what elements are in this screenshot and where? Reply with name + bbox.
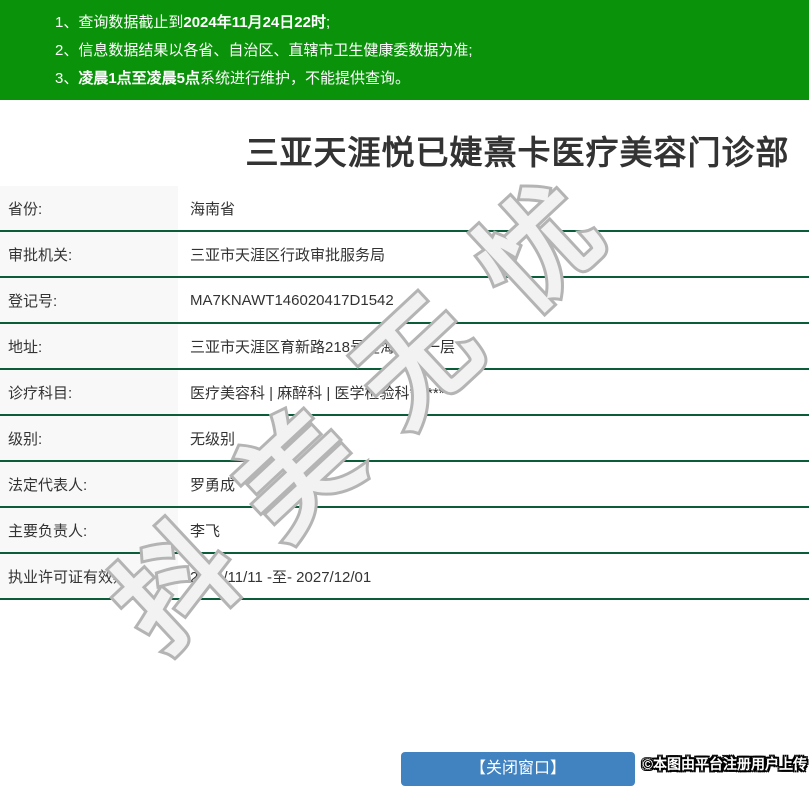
table-row-registration-number: 登记号: MA7KNAWT146020417D1542: [0, 278, 809, 324]
notice-1-bold: 2024年11月24日22时: [183, 14, 326, 31]
notice-2-number: 2、: [55, 42, 79, 59]
notice-3-bold: 凌晨1点至凌晨5点: [78, 70, 201, 87]
notice-line-2: 2、信息数据结果以各省、自治区、直辖市卫生健康委数据为准;: [55, 37, 799, 65]
row-value: 海南省: [178, 186, 809, 230]
table-row-legal-representative: 法定代表人: 罗勇成: [0, 462, 809, 508]
notice-3-number: 3、: [55, 70, 79, 87]
notice-2-text: 信息数据结果以各省、自治区、直辖市卫生健康委数据为准;: [78, 42, 473, 59]
row-value: MA7KNAWT146020417D1542: [178, 278, 809, 322]
row-value: 三亚市天涯区行政审批服务局: [178, 232, 809, 276]
row-label: 诊疗科目:: [0, 370, 178, 414]
row-value: 罗勇成: [178, 462, 809, 506]
table-row-medical-departments: 诊疗科目: 医疗美容科 | 麻醉科 | 医学检验科******: [0, 370, 809, 416]
row-value: 李飞: [178, 508, 809, 552]
notice-1-text: 查询数据截止到: [78, 14, 184, 31]
page-title: 三亚天涯悦已婕熹卡医疗美容门诊部: [245, 134, 790, 171]
table-row-level: 级别: 无级别: [0, 416, 809, 462]
notice-banner: 1、查询数据截止到2024年11月24日22时; 2、信息数据结果以各省、自治区…: [0, 0, 809, 100]
row-value: 无级别: [178, 416, 809, 460]
notice-line-3: 3、凌晨1点至凌晨5点系统进行维护，不能提供查询。: [55, 65, 799, 93]
row-label: 法定代表人:: [0, 462, 178, 506]
row-label: 级别:: [0, 416, 178, 460]
row-label: 主要负责人:: [0, 508, 178, 552]
license-table: 省份: 海南省 审批机关: 三亚市天涯区行政审批服务局 登记号: MA7KNAW…: [0, 186, 809, 600]
close-window-button[interactable]: 【关闭窗口】: [401, 752, 635, 786]
row-label: 地址:: [0, 324, 178, 368]
row-value: 三亚市天涯区育新路218号望海大厦一层: [178, 324, 809, 368]
notice-3-suffix: 系统进行维护，不能提供查询。: [200, 70, 411, 87]
table-row-province: 省份: 海南省: [0, 186, 809, 232]
table-row-address: 地址: 三亚市天涯区育新路218号望海大厦一层: [0, 324, 809, 370]
notice-line-1: 1、查询数据截止到2024年11月24日22时;: [55, 9, 799, 37]
row-label: 审批机关:: [0, 232, 178, 276]
table-row-approval-authority: 审批机关: 三亚市天涯区行政审批服务局: [0, 232, 809, 278]
row-label: 省份:: [0, 186, 178, 230]
table-row-main-responsible-person: 主要负责人: 李飞: [0, 508, 809, 554]
platform-upload-credit: ©本图由平台注册用户上传: [642, 756, 807, 772]
notice-1-number: 1、: [55, 14, 79, 31]
row-label: 登记号:: [0, 278, 178, 322]
row-value: 医疗美容科 | 麻醉科 | 医学检验科******: [178, 370, 809, 414]
notice-1-suffix: ;: [325, 14, 331, 31]
row-value: 2024/11/11 -至- 2027/12/01: [178, 554, 809, 598]
table-row-license-validity-period: 执业许可证有效期: 2024/11/11 -至- 2027/12/01: [0, 554, 809, 600]
row-label: 执业许可证有效期:: [0, 554, 178, 598]
